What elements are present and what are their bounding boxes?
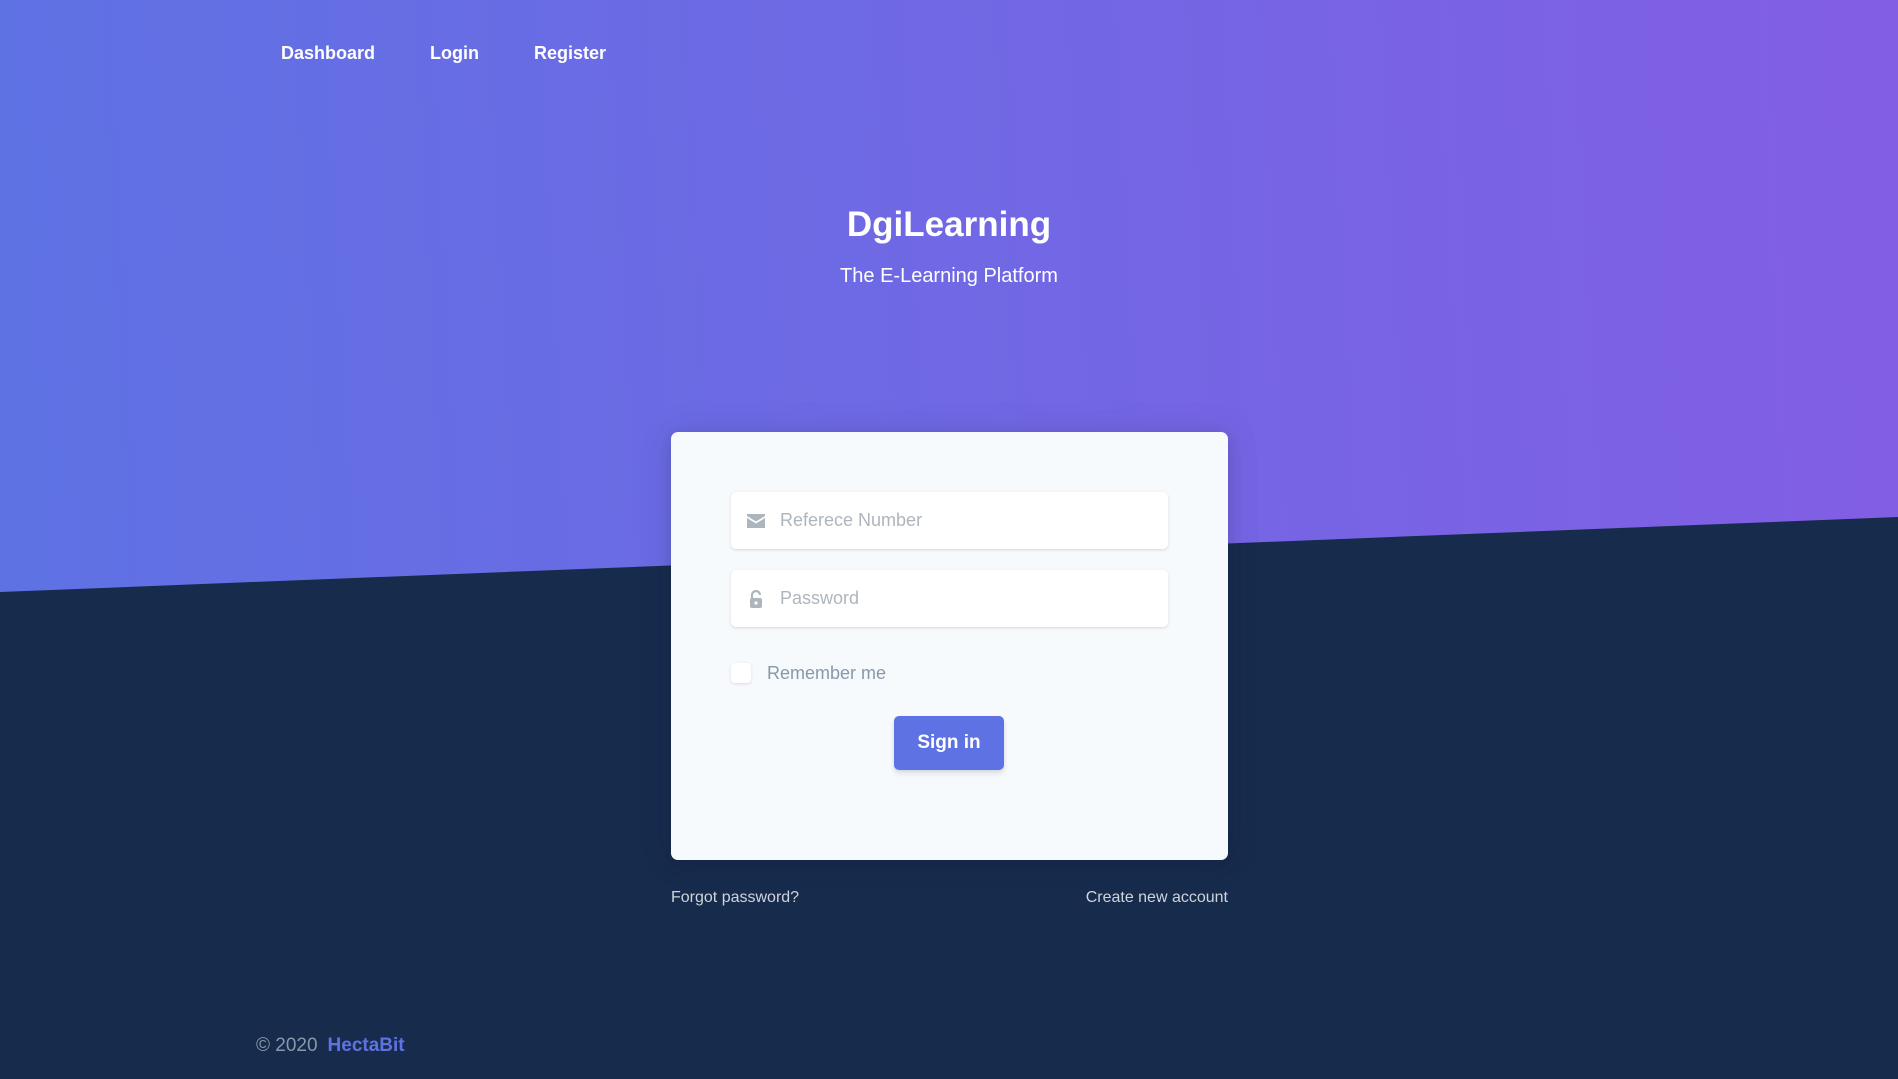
page-title: DgiLearning — [846, 205, 1052, 244]
forgot-password-link[interactable]: Forgot password? — [671, 888, 799, 908]
remember-me-row: Remember me — [731, 661, 886, 685]
sign-in-button[interactable]: Sign in — [894, 716, 1004, 770]
remember-me-checkbox[interactable] — [731, 663, 751, 683]
copyright-text: © 2020 — [256, 1035, 318, 1056]
company-link[interactable]: HectaBit — [328, 1034, 405, 1058]
nav-link-register[interactable]: Register — [534, 40, 606, 66]
unlock-icon — [744, 589, 768, 608]
reference-number-input[interactable] — [778, 499, 1162, 542]
create-account-link[interactable]: Create new account — [1086, 888, 1228, 908]
nav-link-dashboard[interactable]: Dashboard — [281, 40, 375, 66]
reference-number-group — [731, 492, 1168, 549]
password-input[interactable] — [778, 577, 1162, 620]
top-navigation: Dashboard Login Register — [281, 40, 661, 66]
login-card: Remember me Sign in — [671, 432, 1228, 860]
footer: © 2020 HectaBit — [256, 1034, 405, 1058]
nav-link-login[interactable]: Login — [430, 40, 479, 66]
page-subtitle: The E-Learning Platform — [840, 265, 1058, 287]
remember-me-label[interactable]: Remember me — [767, 661, 886, 685]
password-group — [731, 570, 1168, 627]
envelope-icon — [744, 513, 768, 528]
